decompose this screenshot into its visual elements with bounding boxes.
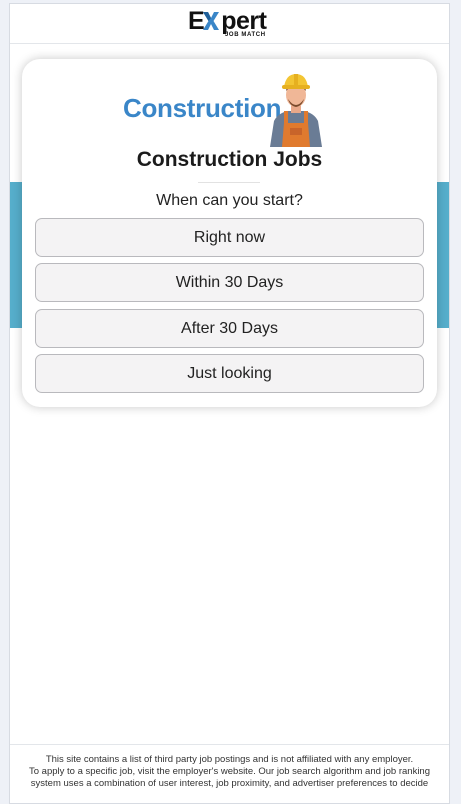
disclaimer-line-1: This site contains a list of third party…	[45, 754, 414, 765]
page-title: Construction Jobs	[136, 148, 323, 171]
logo-wordmark: Epert	[188, 7, 267, 35]
question-card: Construction Construction Jobs When can …	[22, 59, 437, 407]
option-right-now-button[interactable]: Right now	[35, 218, 424, 257]
option-after-30-days-button[interactable]: After 30 Days	[35, 309, 424, 348]
expert-job-match-logo[interactable]: Epert JOB MATCH	[188, 8, 274, 40]
option-just-looking-button[interactable]: Just looking	[35, 354, 424, 393]
hero-image-text: Construction	[123, 93, 282, 123]
logo-x-icon	[203, 12, 219, 30]
title-divider	[198, 182, 260, 183]
option-within-30-days-button[interactable]: Within 30 Days	[35, 263, 424, 302]
question-text: When can you start?	[156, 192, 303, 209]
page: Epert JOB MATCH Construction Constructio…	[9, 3, 450, 804]
disclaimer-line-2: To apply to a specific job, visit the em…	[28, 766, 430, 777]
disclaimer-footer: This site contains a list of third party…	[10, 744, 449, 803]
disclaimer-line-3: system uses a combination of user intere…	[30, 778, 429, 789]
logo-subtitle: JOB MATCH	[225, 32, 266, 38]
construction-worker-illustration	[270, 74, 322, 147]
site-header: Epert JOB MATCH	[10, 4, 449, 44]
